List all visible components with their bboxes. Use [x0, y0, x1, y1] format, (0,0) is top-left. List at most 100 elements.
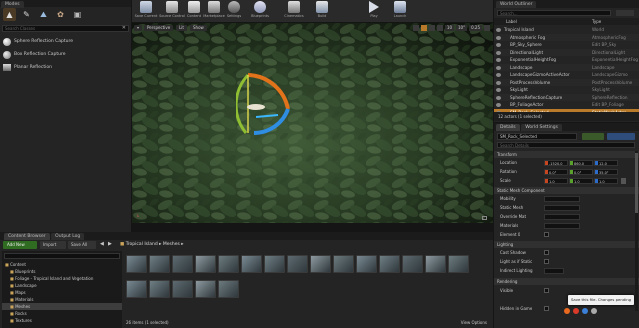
build-button[interactable]: Build — [312, 1, 332, 21]
notification-toast[interactable]: Save this file. Changes pending — [568, 295, 634, 305]
details-search-input[interactable]: Search Details — [497, 142, 635, 148]
list-item[interactable]: Planar Reflection — [3, 61, 129, 74]
asset-thumbnail[interactable] — [126, 280, 147, 298]
lock-scale-icon[interactable] — [621, 178, 626, 184]
show-button[interactable]: Show — [190, 25, 207, 31]
visibility-eye-icon[interactable] — [496, 88, 501, 92]
asset-thumbnail[interactable] — [172, 255, 193, 273]
tab-modes[interactable]: Modes — [1, 1, 24, 8]
prop-static-mesh-field[interactable] — [544, 205, 580, 211]
source-control-button[interactable]: Source Control — [159, 1, 185, 21]
visibility-eye-icon[interactable] — [496, 35, 501, 40]
rotation-z-field[interactable]: 35.0° — [594, 169, 618, 175]
visibility-eye-icon[interactable] — [496, 50, 501, 55]
blueprint-script-button[interactable] — [607, 133, 635, 140]
gizmo-blue-arc[interactable] — [253, 108, 290, 136]
scale-tool-icon[interactable] — [428, 25, 435, 31]
camera-speed-icon[interactable] — [484, 25, 490, 31]
snap-grid-value[interactable]: 10 — [444, 25, 454, 31]
notify-icon-red[interactable] — [573, 307, 579, 314]
breadcrumb-item[interactable]: Tropical Island — [126, 242, 158, 247]
lighting-section-header[interactable]: Lighting — [494, 241, 639, 248]
visibility-eye-icon[interactable] — [496, 58, 501, 62]
asset-thumbnail[interactable] — [356, 255, 377, 273]
prop-mobility-field[interactable] — [544, 196, 580, 202]
rendering-section-header[interactable]: Rendering — [494, 278, 639, 285]
breadcrumb-item[interactable]: Meshes — [163, 242, 180, 247]
outliner-row[interactable]: BP_Sky_Sphere Edit BP_Sky — [494, 41, 639, 49]
outliner-row[interactable]: SkyLight SkyLight — [494, 86, 639, 94]
outliner-row[interactable]: DirectionalLight DirectionalLight — [494, 48, 639, 56]
perspective-button[interactable]: Perspective — [144, 25, 174, 31]
folder-tree-item[interactable]: ■ Maps — [2, 289, 122, 296]
outliner-col-label[interactable]: Label — [494, 18, 592, 25]
play-button[interactable]: Play — [364, 1, 384, 21]
marketplace-button[interactable]: Marketplace — [203, 1, 225, 21]
prop-override-field[interactable] — [544, 214, 580, 220]
outliner-col-type[interactable]: Type — [592, 18, 601, 25]
snap-angle-value[interactable]: 10° — [456, 25, 468, 31]
asset-thumbnail[interactable] — [402, 255, 423, 273]
asset-thumbnail[interactable] — [149, 255, 170, 273]
scale-x-field[interactable]: 1.0 — [544, 178, 568, 184]
outliner-search-input[interactable]: Search... — [497, 10, 611, 16]
asset-thumbnail[interactable] — [126, 255, 147, 273]
hidden-checkbox[interactable] — [544, 306, 549, 311]
mesh-section-header[interactable]: Static Mesh Component — [494, 187, 639, 194]
asset-thumbnail[interactable] — [172, 280, 193, 298]
visibility-eye-icon[interactable] — [496, 73, 501, 77]
folder-tree-item[interactable]: ■ Content — [2, 261, 122, 268]
gizmo-orange-arc[interactable] — [247, 73, 290, 110]
asset-thumbnail[interactable] — [218, 255, 239, 273]
outliner-view-options-icon[interactable] — [616, 10, 634, 16]
outliner-row[interactable]: ExponentialHeightFog ExponentialHeightFog — [494, 56, 639, 64]
actor-name-field[interactable]: SM_Rock_Selected — [497, 133, 577, 140]
snap-scale-value[interactable]: 0.25 — [469, 25, 482, 31]
tab-output-log[interactable]: Output Log — [51, 233, 85, 240]
outliner-row[interactable]: BP_FoliageActor Edit BP_Foliage — [494, 101, 639, 109]
visibility-eye-icon[interactable] — [496, 65, 501, 70]
tab-world-settings[interactable]: World Settings — [521, 124, 562, 131]
asset-thumbnail[interactable] — [379, 255, 400, 273]
asset-thumbnail[interactable] — [310, 255, 331, 273]
scale-z-field[interactable]: 1.0 — [594, 178, 618, 184]
rotation-gizmo[interactable] — [236, 69, 306, 149]
outliner-row[interactable]: LandscapeGizmoActiveActor LandscapeGizmo — [494, 71, 639, 79]
place-mode-icon[interactable]: ▲ — [3, 8, 16, 21]
launch-button[interactable]: Launch — [390, 1, 410, 21]
visibility-eye-icon[interactable] — [496, 95, 501, 100]
scale-y-field[interactable]: 1.0 — [569, 178, 593, 184]
folder-tree-item[interactable]: ■ Landscape — [2, 282, 122, 289]
rotate-tool-icon[interactable] — [420, 25, 427, 31]
visibility-eye-icon[interactable] — [496, 103, 501, 107]
clear-search-icon[interactable]: ✕ — [122, 26, 126, 31]
visibility-eye-icon[interactable] — [496, 43, 501, 47]
blueprints-button[interactable]: Blueprints — [250, 1, 270, 21]
nav-back-icon[interactable]: ◀ — [100, 241, 104, 247]
save-all-button[interactable]: Save All — [68, 241, 96, 249]
folder-tree-item[interactable]: ■ Meshes — [2, 303, 122, 310]
settings-button[interactable]: Settings — [224, 1, 244, 21]
rotation-y-field[interactable]: 0.0° — [569, 169, 593, 175]
asset-thumbnail[interactable] — [425, 255, 446, 273]
level-viewport[interactable]: ▾ Perspective Lit Show 10 10° 0.25 ↳ — [132, 23, 493, 223]
prop-element-checkbox[interactable] — [544, 232, 549, 237]
asset-thumbnail[interactable] — [287, 255, 308, 273]
folder-tree-item[interactable]: ■ Rocks — [2, 310, 122, 317]
asset-thumbnail[interactable] — [264, 255, 285, 273]
outliner-row[interactable]: Tropical Island World — [494, 26, 639, 34]
list-item[interactable]: Box Reflection Capture — [3, 48, 129, 61]
folder-search-input[interactable] — [4, 253, 120, 259]
modes-search-input[interactable]: Search Classes ✕ — [2, 25, 129, 32]
light-static-checkbox[interactable] — [544, 259, 549, 264]
tab-content-browser[interactable]: Content Browser — [4, 233, 50, 240]
folder-tree-item[interactable]: ■ Blueprints — [2, 268, 122, 275]
notify-icon-orange[interactable] — [564, 307, 570, 314]
asset-thumbnail[interactable] — [218, 280, 239, 298]
location-y-field[interactable]: 860.0 — [569, 160, 593, 166]
asset-thumbnail[interactable] — [195, 280, 216, 298]
list-item[interactable]: Sphere Reflection Capture — [3, 35, 129, 48]
notify-icon-gray[interactable] — [591, 307, 597, 314]
location-x-field[interactable]: -1520.0 — [544, 160, 568, 166]
import-button[interactable]: Import — [40, 241, 66, 249]
